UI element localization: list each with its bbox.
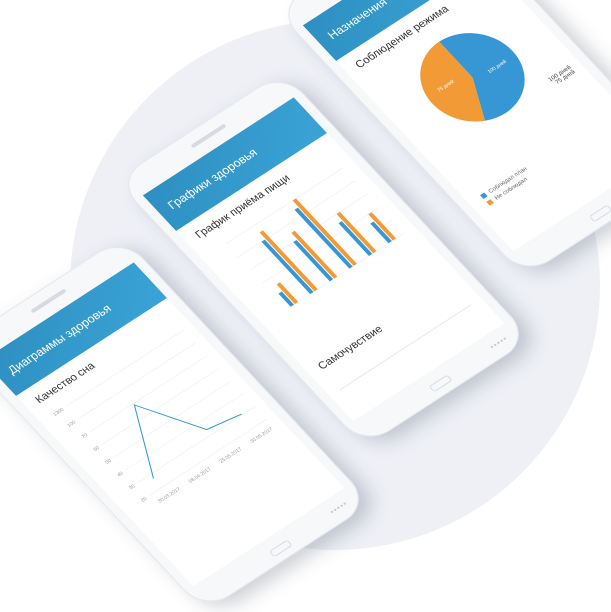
x-tick: 25.05.2017 <box>218 446 243 464</box>
y-tick: 1300 <box>52 407 66 418</box>
bar <box>259 230 318 292</box>
y-tick: 50 <box>104 458 113 466</box>
home-button[interactable] <box>428 374 453 393</box>
gridline <box>149 419 267 496</box>
home-button[interactable] <box>268 539 293 558</box>
gridline <box>89 355 208 433</box>
bar <box>293 239 334 282</box>
y-tick: 20 <box>140 496 149 504</box>
x-tick: 30.03.2017 <box>157 486 182 504</box>
y-tick: 70 <box>80 432 89 440</box>
nav-dots: ••••• <box>487 334 511 352</box>
gridline <box>274 219 393 297</box>
y-tick: 30 <box>128 483 137 491</box>
y-tick: 100 <box>66 420 77 429</box>
home-button[interactable] <box>588 204 611 223</box>
x-tick: 30.05.2017 <box>249 426 274 444</box>
nav-dots: ••••• <box>327 499 351 517</box>
y-tick: 60 <box>92 445 101 453</box>
bar <box>336 211 377 254</box>
gridline <box>101 368 220 445</box>
gridline <box>113 380 232 458</box>
y-tick: 40 <box>116 471 125 479</box>
gridline <box>137 406 255 483</box>
x-tick: 08.04.2017 <box>188 466 213 484</box>
